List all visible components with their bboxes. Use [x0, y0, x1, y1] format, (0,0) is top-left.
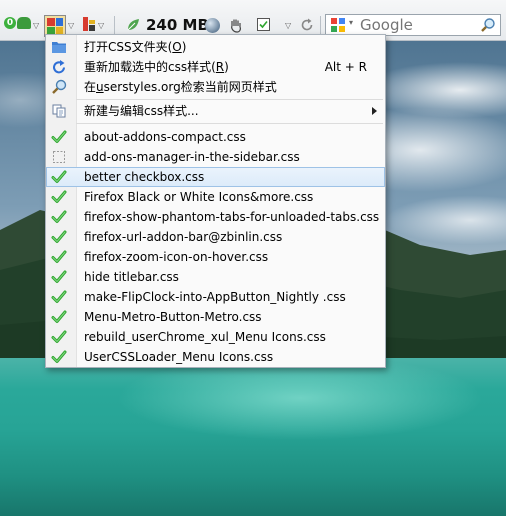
menu-item-style[interactable]: UserCSSLoader_Menu Icons.css: [46, 347, 385, 367]
menu-item-style[interactable]: add-ons-manager-in-the-sidebar.css: [46, 147, 385, 167]
unchecked-box-icon: [51, 149, 67, 165]
style-filename: hide titlebar.css: [84, 270, 179, 284]
style-filename: firefox-show-phantom-tabs-for-unloaded-t…: [84, 210, 380, 224]
style-filename: rebuild_userChrome_xul_Menu Icons.css: [84, 330, 326, 344]
chevron-down-icon[interactable]: ▽: [68, 18, 74, 34]
engine-dropdown-icon[interactable]: ▾: [349, 18, 353, 27]
google-icon[interactable]: [330, 17, 346, 33]
style-filename: firefox-zoom-icon-on-hover.css: [84, 250, 269, 264]
menu-item-style[interactable]: firefox-zoom-icon-on-hover.css: [46, 247, 385, 267]
menu-item-style[interactable]: Firefox Black or White Icons&more.css: [46, 187, 385, 207]
css-icon[interactable]: [82, 16, 96, 32]
checkmark-icon: [51, 269, 67, 285]
style-filename: UserCSSLoader_Menu Icons.css: [84, 350, 274, 364]
hand-icon[interactable]: [228, 17, 244, 33]
submenu-arrow-icon: [372, 107, 377, 115]
css-loader-menu: 打开CSS文件夹(O) 重新加载选中的css样式(R) Alt + R 在use…: [45, 34, 386, 368]
ghostery-icon[interactable]: [17, 17, 31, 29]
menu-item-style[interactable]: rebuild_userChrome_xul_Menu Icons.css: [46, 327, 385, 347]
checkmark-icon: [51, 209, 67, 225]
menu-item-open-css-folder[interactable]: 打开CSS文件夹(O): [46, 37, 385, 57]
menu-item-new-edit-css[interactable]: 新建与编辑css样式...: [46, 101, 385, 121]
checkmark-icon: [51, 329, 67, 345]
menu-item-style[interactable]: hide titlebar.css: [46, 267, 385, 287]
checkmark-icon: [51, 129, 67, 145]
checkmark-icon: [51, 169, 67, 185]
checkmark-icon: [51, 289, 67, 305]
lake: [0, 358, 506, 516]
menu-item-style[interactable]: about-addons-compact.css: [46, 127, 385, 147]
menu-item-label: 新建与编辑css样式...: [84, 104, 199, 118]
checkmark-icon: [51, 189, 67, 205]
style-filename: about-addons-compact.css: [84, 130, 246, 144]
search-input[interactable]: [360, 16, 470, 34]
folder-icon: [52, 42, 66, 53]
search-box[interactable]: ▾: [325, 14, 501, 36]
magnifier-icon[interactable]: [480, 17, 496, 33]
menu-item-style[interactable]: firefox-url-addon-bar@zbinlin.css: [46, 227, 385, 247]
checkbox-icon[interactable]: [257, 18, 270, 31]
addon-badge[interactable]: 0: [4, 17, 16, 29]
checkmark-icon: [51, 349, 67, 365]
style-filename: Menu-Metro-Button-Metro.css: [84, 310, 262, 324]
menu-separator: [76, 123, 383, 124]
reload-icon[interactable]: [299, 17, 315, 33]
style-filename: firefox-url-addon-bar@zbinlin.css: [84, 230, 283, 244]
menu-item-style[interactable]: better checkbox.css: [46, 167, 385, 187]
copy-icon: [52, 104, 66, 118]
chevron-down-icon[interactable]: ▽: [33, 18, 39, 34]
memory-usage: 240 MB: [146, 16, 209, 34]
leaf-icon[interactable]: [126, 18, 140, 32]
checkmark-icon: [51, 229, 67, 245]
style-filename: Firefox Black or White Icons&more.css: [84, 190, 314, 204]
globe-icon[interactable]: [205, 18, 220, 33]
menu-item-search-userstyles[interactable]: 在userstyles.org检索当前网页样式: [46, 77, 385, 97]
chevron-down-icon[interactable]: ▽: [98, 18, 104, 34]
style-filename: make-FlipClock-into-AppButton_Nightly .c…: [84, 290, 346, 304]
menu-item-style[interactable]: Menu-Metro-Button-Metro.css: [46, 307, 385, 327]
style-filename: add-ons-manager-in-the-sidebar.css: [84, 150, 300, 164]
menu-item-style[interactable]: make-FlipClock-into-AppButton_Nightly .c…: [46, 287, 385, 307]
shortcut-label: Alt + R: [324, 60, 367, 74]
search-icon: [52, 79, 67, 94]
style-filename: better checkbox.css: [84, 170, 205, 184]
reload-icon: [53, 60, 65, 74]
menu-item-style[interactable]: firefox-show-phantom-tabs-for-unloaded-t…: [46, 207, 385, 227]
dropdown-icon[interactable]: ▽: [285, 18, 291, 34]
menu-item-reload-css[interactable]: 重新加载选中的css样式(R) Alt + R: [46, 57, 385, 77]
checkmark-icon: [51, 249, 67, 265]
checkmark-icon: [51, 309, 67, 325]
menu-separator: [76, 99, 383, 100]
